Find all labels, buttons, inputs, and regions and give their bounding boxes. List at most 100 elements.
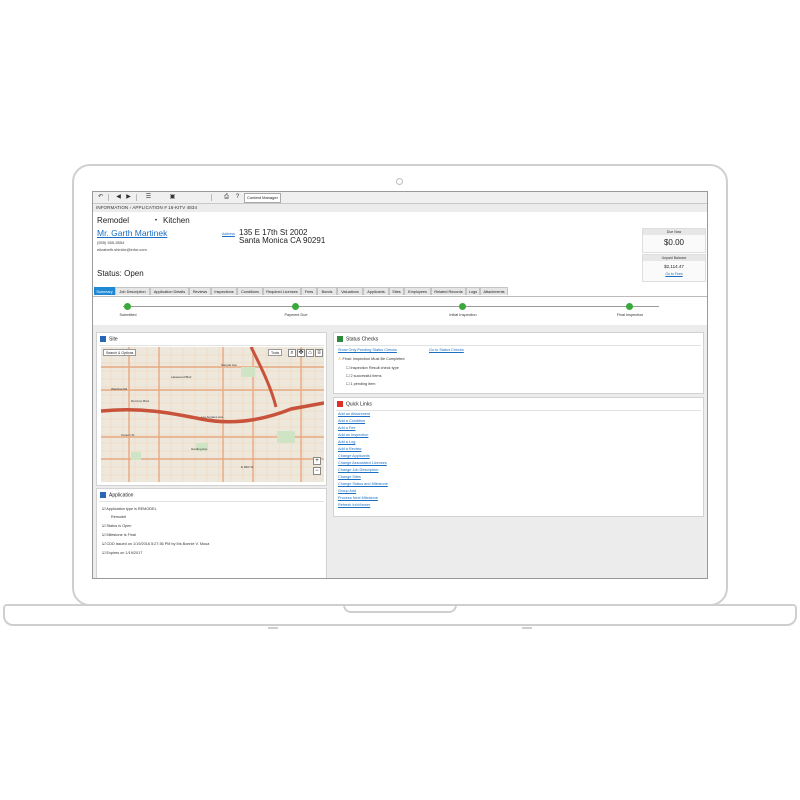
workflow-line — [123, 306, 659, 307]
layers-icon[interactable]: ≡ — [315, 349, 323, 357]
camera-icon — [396, 178, 403, 185]
print-icon[interactable]: ⎙ — [223, 194, 230, 200]
workflow-step-dot[interactable] — [459, 303, 466, 310]
show-pending-link[interactable]: Show Only Pending Status Checks — [338, 348, 397, 352]
quick-link[interactable]: Refresh InfoViewer — [338, 503, 370, 507]
tab-valuations[interactable]: Valuations — [337, 287, 363, 295]
magnify-icon[interactable]: ⌕ — [288, 349, 296, 357]
quick-link[interactable]: Add a Fee — [338, 426, 356, 430]
site-panel-title: Site — [109, 336, 118, 343]
workflow-step-label: Submitted — [119, 313, 137, 317]
quick-link[interactable]: Process Next Milestone — [338, 496, 378, 500]
quick-link[interactable]: Add an Inspection — [338, 433, 368, 437]
contact-name-link[interactable]: Mr. Garth Martinek — [97, 228, 167, 238]
application-panel: Application ☑ Application type is REMODE… — [96, 488, 327, 578]
street-label: Carson St — [121, 433, 135, 437]
quick-links-panel: Quick Links Add an Attachment Add a Cond… — [333, 397, 704, 517]
quick-link[interactable]: Change Status and Milestone — [338, 482, 388, 486]
quick-link[interactable]: Change Associated Licenses — [338, 461, 387, 465]
application-item: ☑ Status is Open — [102, 524, 132, 528]
zoom-out-icon[interactable]: − — [313, 467, 321, 475]
street-label: Harding Ave — [191, 447, 208, 451]
back-arrow-icon[interactable]: ↶ — [97, 194, 104, 200]
contact-email: elizabeth.shinkle@infor.com — [97, 247, 147, 252]
tab-fees[interactable]: Fees — [301, 287, 317, 295]
street-label: Wardlow Rd — [111, 387, 128, 391]
zoom-in-icon[interactable]: + — [313, 457, 321, 465]
tab-reviews[interactable]: Reviews — [189, 287, 211, 295]
help-icon[interactable]: ? — [234, 194, 241, 200]
workflow-step-label: Payment Due — [284, 313, 308, 317]
quick-links-header: Quick Links — [337, 401, 372, 407]
tab-employees[interactable]: Employees — [404, 287, 431, 295]
street-label: E 66th St — [241, 465, 254, 469]
unpaid-balance-box: Unpaid Balance $2,114.47 Go to Fees — [642, 254, 706, 282]
laptop-notch — [343, 604, 457, 613]
street-label: Sample Ave — [221, 363, 237, 367]
quick-link[interactable]: Change Applicants — [338, 454, 370, 458]
tab-job-description[interactable]: Job Description — [115, 287, 150, 295]
tab-bar: Summary Job Description Application Deta… — [93, 287, 707, 297]
final-warning: ⚠ Final: Inspection Must Be Completed — [338, 357, 405, 361]
status-check-item: ☐ 1 pending item — [346, 382, 376, 386]
application-item: ☑ Expires on 1/19/2017 — [102, 551, 143, 555]
status-checks-icon — [337, 336, 343, 342]
quick-link[interactable]: Group Add — [338, 489, 356, 493]
workflow-step-dot[interactable] — [626, 303, 633, 310]
unpaid-balance-label: Unpaid Balance — [643, 255, 705, 261]
status-check-item: ☐ 2 successful items — [346, 374, 382, 378]
prev-icon[interactable]: ◀ — [115, 194, 122, 200]
tab-sites[interactable]: Sites — [389, 287, 404, 295]
laptop-foot-left — [268, 627, 278, 629]
toolbar-divider — [108, 194, 109, 201]
tab-conditions[interactable]: Conditions — [237, 287, 263, 295]
site-map[interactable]: Search & Options Tools ⌕ ✥ ⌂ ≡ + − Sampl… — [101, 347, 324, 482]
application-icon — [100, 492, 106, 498]
tab-inspections[interactable]: Inspections — [211, 287, 237, 295]
go-to-fees-link[interactable]: Go to Fees — [643, 272, 705, 276]
workflow-step-dot[interactable] — [292, 303, 299, 310]
quick-link[interactable]: Add a Log — [338, 440, 355, 444]
home-icon[interactable]: ⌂ — [306, 349, 314, 357]
toolbar-divider — [136, 194, 137, 201]
due-now-label: Due Now — [643, 229, 705, 235]
workflow-step-dot[interactable] — [124, 303, 131, 310]
tab-required-licenses[interactable]: Required Licenses — [263, 287, 301, 295]
tab-attachments[interactable]: Attachments — [480, 287, 508, 295]
panel-divider — [99, 501, 324, 502]
quick-link[interactable]: Add a Review — [338, 447, 361, 451]
tab-summary[interactable]: Summary — [94, 287, 115, 295]
pan-icon[interactable]: ✥ — [297, 349, 305, 357]
application-item: ☑ Milestone is Final — [102, 533, 136, 537]
view-icon[interactable]: ▣ — [169, 194, 176, 200]
tab-applicants[interactable]: Applicants — [363, 287, 389, 295]
site-panel: Site Search & Options Tools ⌕ ✥ ⌂ ≡ + − … — [96, 332, 327, 486]
due-now-value: $0.00 — [663, 238, 685, 247]
quick-links-icon — [337, 401, 343, 407]
street-label: Lakewood Blvd — [171, 375, 192, 379]
quick-link[interactable]: Add a Condition — [338, 419, 365, 423]
unpaid-balance-value: $2,114.47 — [664, 264, 684, 269]
quick-link[interactable]: Change Sites — [338, 475, 361, 479]
status-checks-title: Status Checks — [346, 336, 379, 343]
app-screen: ↶ ◀ ▶ ☰ ▣ ⎙ ? Content Manager INFORMATIO… — [92, 191, 708, 579]
record-type: Remodel — [97, 216, 130, 225]
quick-link[interactable]: Change Job Description — [338, 468, 379, 472]
panel-divider — [336, 410, 701, 411]
quick-link[interactable]: Add an Attachment — [338, 412, 370, 416]
tab-bonds[interactable]: Bonds — [317, 287, 337, 295]
next-icon[interactable]: ▶ — [125, 194, 132, 200]
map-tools-button[interactable]: Tools — [268, 349, 283, 356]
tab-related-records[interactable]: Related Records — [431, 287, 466, 295]
application-item: Remodel — [111, 515, 127, 519]
address-link[interactable]: Address — [222, 232, 235, 236]
list-icon[interactable]: ☰ — [145, 194, 152, 200]
record-subtype: Kitchen — [163, 216, 190, 225]
search-options-button[interactable]: Search & Options — [103, 349, 137, 356]
laptop-foot-right — [522, 627, 532, 629]
tab-logs[interactable]: Logs — [466, 287, 480, 295]
content-manager-button[interactable]: Content Manager — [244, 193, 281, 203]
application-item: ☑ Application type is REMODEL — [102, 507, 157, 511]
go-to-status-checks-link[interactable]: Go to Status Checks — [429, 348, 464, 352]
tab-application-details[interactable]: Application Details — [150, 287, 189, 295]
